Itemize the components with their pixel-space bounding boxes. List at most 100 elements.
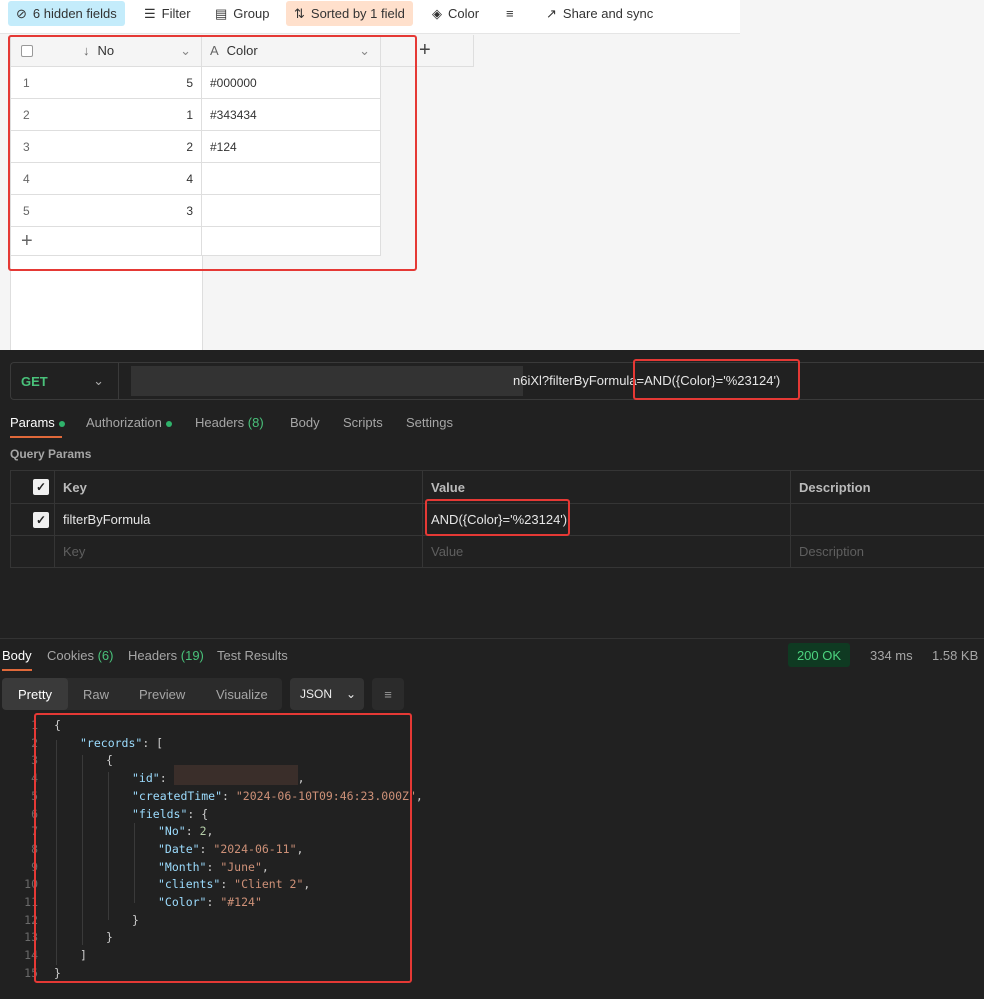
- tab-body[interactable]: Body: [290, 415, 320, 430]
- code-line: ]: [80, 948, 87, 963]
- table-row[interactable]: 5 3: [11, 195, 202, 227]
- hidden-fields-button[interactable]: ⊘ 6 hidden fields: [8, 1, 125, 26]
- response-size[interactable]: 1.58 KB: [932, 648, 978, 663]
- select-all-checkbox[interactable]: [21, 44, 33, 57]
- indent-guide: [82, 755, 83, 945]
- cell-no[interactable]: 4: [186, 172, 193, 186]
- row-number: 4: [23, 171, 30, 186]
- table-row[interactable]: 2 1: [11, 99, 202, 131]
- sort-icon: ⇅: [294, 5, 305, 21]
- row-number: 3: [23, 139, 30, 154]
- cell-color[interactable]: #000000: [202, 67, 381, 99]
- table-row[interactable]: 1 5: [11, 67, 202, 99]
- sort-button[interactable]: ⇅ Sorted by 1 field: [286, 1, 413, 26]
- view-toolbar: ⊘ 6 hidden fields ☰ Filter ▤ Group ⇅ Sorted …: [0, 0, 740, 34]
- line-number: 5: [31, 788, 38, 803]
- cell-color[interactable]: #343434: [202, 99, 381, 131]
- line-number: 9: [31, 859, 38, 874]
- method-select[interactable]: GET ⌄: [11, 363, 119, 399]
- status-badge[interactable]: 200 OK: [788, 643, 850, 667]
- cell-no[interactable]: 1: [186, 108, 193, 122]
- table-row[interactable]: 3 2: [11, 131, 202, 163]
- line-number: 11: [24, 895, 38, 909]
- column-header-color[interactable]: A Color ⌄: [202, 35, 381, 67]
- code-line: "records": [: [80, 735, 164, 750]
- preview-button[interactable]: Preview: [139, 687, 185, 702]
- line-number: 4: [31, 771, 38, 786]
- checkbox-checked-icon: ✓: [33, 511, 49, 528]
- cell-no[interactable]: 5: [186, 76, 193, 90]
- chevron-down-icon: ⌄: [346, 687, 357, 701]
- add-record-button[interactable]: +: [11, 227, 202, 256]
- cell-no[interactable]: 2: [186, 140, 193, 154]
- cell-color[interactable]: [202, 195, 381, 227]
- pretty-button[interactable]: Pretty: [2, 678, 68, 710]
- filter-icon: ☰: [144, 5, 156, 21]
- chevron-down-icon[interactable]: ⌄: [180, 43, 191, 59]
- add-field-button[interactable]: +: [381, 35, 474, 67]
- chevron-down-icon[interactable]: ⌄: [359, 43, 370, 59]
- new-value-input[interactable]: Value: [423, 536, 791, 568]
- filter-button[interactable]: ☰ Filter: [136, 1, 199, 26]
- code-line: }: [54, 965, 61, 980]
- code-line: "Color": "#124": [158, 895, 262, 909]
- tab-response-headers[interactable]: Headers (19): [128, 648, 204, 663]
- tab-authorization[interactable]: Authorization: [86, 415, 172, 430]
- row-height-icon: ≡: [506, 6, 514, 21]
- checkbox-checked-icon: ✓: [33, 479, 49, 495]
- cell-color[interactable]: #124: [202, 131, 381, 163]
- redacted-id: [174, 765, 298, 785]
- paint-bucket-icon: ◈: [432, 5, 442, 21]
- query-params-title: Query Params: [10, 447, 92, 461]
- cell-color[interactable]: [202, 163, 381, 195]
- indent-guide: [134, 823, 135, 903]
- tab-cookies[interactable]: Cookies (6): [47, 648, 113, 663]
- wrap-lines-icon[interactable]: ≡: [372, 678, 404, 710]
- tab-settings[interactable]: Settings: [406, 415, 453, 430]
- value-header: Value: [423, 471, 791, 504]
- param-checkbox[interactable]: ✓: [11, 504, 55, 536]
- format-select[interactable]: JSON ⌄: [290, 678, 364, 710]
- postman-panel: GET ⌄ n6iXl?filterByFormula=AND({Color}=…: [0, 350, 984, 999]
- share-button[interactable]: ↗ Share and sync: [538, 1, 661, 26]
- param-key-input[interactable]: filterByFormula: [55, 504, 423, 536]
- code-line: "clients": "Client 2",: [158, 877, 311, 892]
- select-all-params[interactable]: ✓: [11, 471, 55, 504]
- column-header-no[interactable]: ↓ No ⌄: [11, 35, 202, 67]
- new-key-input[interactable]: Key: [55, 536, 423, 568]
- param-value-input[interactable]: AND({Color}='%23124'): [423, 504, 791, 536]
- row-height-button[interactable]: ≡: [498, 1, 522, 26]
- new-description-input[interactable]: Description: [791, 536, 984, 568]
- url-input[interactable]: n6iXl?filterByFormula=AND({Color}='%2312…: [513, 373, 780, 388]
- grid-empty: [11, 256, 202, 350]
- param-description-input[interactable]: [791, 504, 984, 536]
- line-number: 7: [31, 824, 38, 839]
- code-line: "Month": "June",: [158, 859, 269, 874]
- tab-test-results[interactable]: Test Results: [217, 648, 288, 663]
- cell-no[interactable]: 3: [186, 204, 193, 218]
- tab-scripts[interactable]: Scripts: [343, 415, 383, 430]
- params-table: ✓ Key Value Description ✓ filterByFormul…: [10, 470, 984, 568]
- tab-response-body[interactable]: Body: [2, 648, 32, 663]
- key-header: Key: [55, 471, 423, 504]
- code-line: }: [106, 930, 113, 945]
- line-number: 6: [31, 806, 38, 821]
- raw-button[interactable]: Raw: [83, 687, 109, 702]
- group-icon: ▤: [215, 5, 228, 21]
- eye-off-icon: ⊘: [16, 5, 27, 21]
- group-button[interactable]: ▤ Group: [207, 1, 277, 26]
- share-icon: ↗: [546, 5, 557, 21]
- add-record-row[interactable]: [202, 227, 381, 256]
- chevron-down-icon: ⌄: [93, 373, 104, 388]
- response-time[interactable]: 334 ms: [870, 648, 913, 663]
- line-number: 3: [31, 753, 38, 768]
- table-row[interactable]: 4 4: [11, 163, 202, 195]
- code-line: }: [132, 912, 139, 927]
- tab-params[interactable]: Params: [10, 415, 65, 430]
- tab-headers[interactable]: Headers (8): [195, 415, 264, 430]
- row-number: 1: [23, 75, 30, 90]
- line-number: 1: [31, 718, 38, 732]
- line-number: 12: [24, 912, 38, 927]
- color-button[interactable]: ◈ Color: [424, 1, 487, 26]
- visualize-button[interactable]: Visualize: [216, 687, 268, 702]
